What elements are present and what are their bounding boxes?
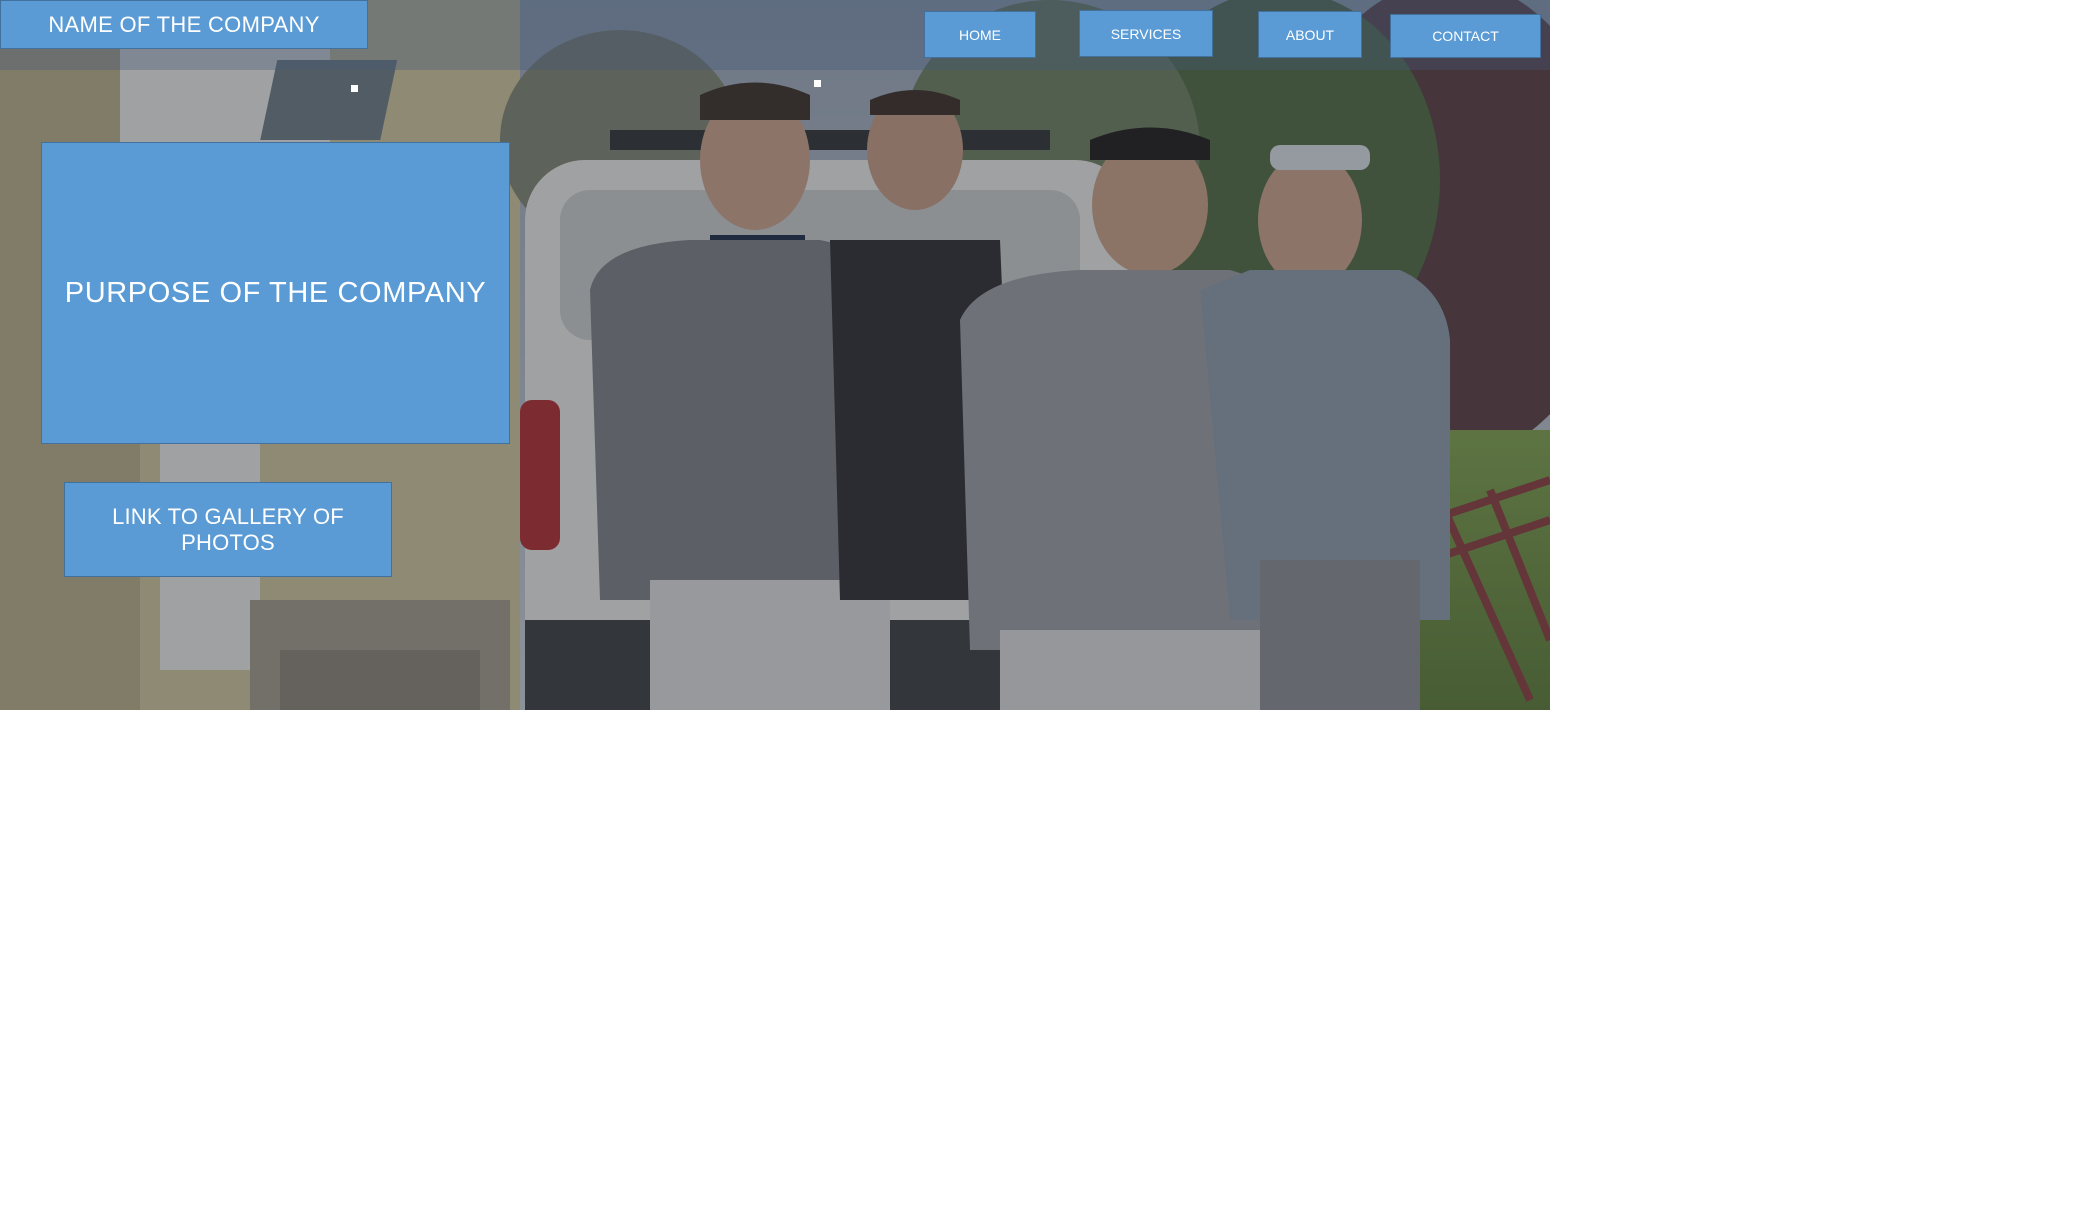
nav-contact-label: CONTACT <box>1432 28 1499 44</box>
nav-about-button[interactable]: ABOUT <box>1258 11 1362 58</box>
nav-contact-button[interactable]: CONTACT <box>1390 14 1541 58</box>
purpose-heading: PURPOSE OF THE COMPANY <box>64 276 487 309</box>
nav-home-label: HOME <box>959 26 1001 43</box>
nav-about-label: ABOUT <box>1285 26 1335 43</box>
gallery-link-label: LINK TO GALLERY OF PHOTOS <box>112 503 344 555</box>
nav-services-label: SERVICES <box>1110 25 1182 42</box>
company-name-label: NAME OF THE COMPANY <box>48 11 320 37</box>
purpose-panel: PURPOSE OF THE COMPANY <box>41 142 510 444</box>
gallery-link-button[interactable]: LINK TO GALLERY OF PHOTOS <box>64 482 392 577</box>
selection-handle <box>351 85 358 92</box>
company-name-logo[interactable]: NAME OF THE COMPANY <box>0 0 368 49</box>
nav-home-button[interactable]: HOME <box>924 11 1036 58</box>
nav-services-button[interactable]: SERVICES <box>1079 10 1213 57</box>
selection-handle <box>814 80 821 87</box>
